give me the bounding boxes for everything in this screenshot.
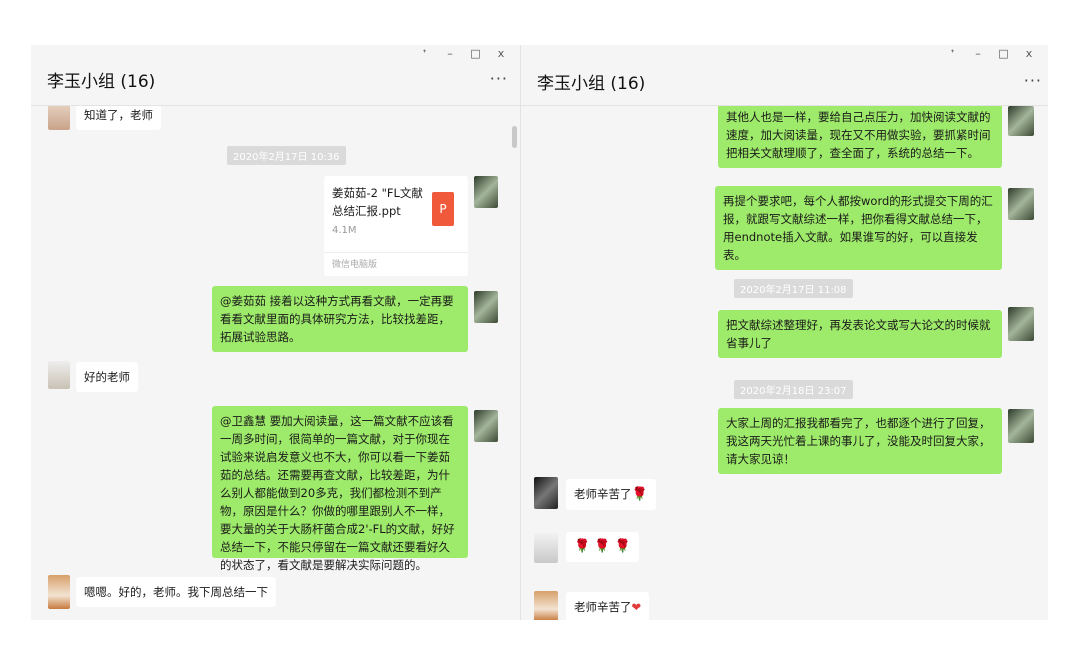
message-text: 老师辛苦了: [574, 600, 632, 614]
message-bubble[interactable]: 再提个要求吧，每个人都按word的形式提交下周的汇报，就跟写文献综述一样，把你看…: [715, 186, 1002, 270]
avatar[interactable]: [1008, 409, 1034, 443]
message-list[interactable]: 其他人也是一样，要给自己点压力，加快阅读文献的速度，加大阅读量，现在又不用做实验…: [521, 106, 1048, 620]
chat-window-left: 李玉小组 (16) ᐩ – □ x ··· 知道了，老师 2020年2月17日 …: [31, 45, 520, 620]
message-bubble[interactable]: 大家上周的汇报我都看完了，也都逐个进行了回复，我这两天光忙着上课的事儿了，没能及…: [718, 408, 1002, 474]
timestamp: 2020年2月17日 10:36: [227, 146, 346, 165]
avatar[interactable]: [48, 575, 70, 609]
close-icon[interactable]: x: [1018, 47, 1040, 60]
message-bubble[interactable]: 嗯嗯。好的，老师。我下周总结一下: [76, 577, 276, 607]
message-bubble[interactable]: 🌹 🌹 🌹: [566, 532, 639, 562]
avatar[interactable]: [474, 291, 498, 323]
minimize-icon[interactable]: –: [439, 47, 461, 60]
pin-icon[interactable]: ᐩ: [942, 47, 964, 60]
ppt-file-icon: P: [432, 192, 454, 226]
message-bubble[interactable]: 其他人也是一样，要给自己点压力，加快阅读文献的速度，加大阅读量，现在又不用做实验…: [718, 106, 1002, 168]
pin-icon[interactable]: ᐩ: [414, 47, 436, 60]
message-bubble[interactable]: 老师辛苦了❤: [566, 592, 650, 620]
file-message[interactable]: 姜茹茹-2 "FL文献总结汇报.ppt 4.1M P 微信电脑版: [324, 176, 468, 276]
more-options-icon[interactable]: ···: [1024, 71, 1042, 90]
chat-title: 李玉小组 (16): [47, 72, 156, 92]
title-bar: 李玉小组 (16) ᐩ – □ x ···: [31, 45, 520, 106]
maximize-icon[interactable]: □: [465, 47, 487, 60]
message-bubble[interactable]: 老师辛苦了🌹: [566, 479, 656, 510]
chat-window-right: 李玉小组 (16) ᐩ – □ x ··· 其他人也是一样，要给自己点压力，加快…: [520, 45, 1048, 620]
maximize-icon[interactable]: □: [993, 47, 1015, 60]
message-bubble[interactable]: 好的老师: [76, 362, 138, 392]
chat-title: 李玉小组 (16): [537, 74, 646, 94]
message-text: 老师辛苦了: [574, 487, 632, 501]
avatar[interactable]: [534, 533, 558, 563]
message-bubble[interactable]: @姜茹茹 接着以这种方式再看文献，一定再要看看文献里面的具体研究方法，比较找差距…: [212, 286, 468, 352]
timestamp: 2020年2月18日 23:07: [734, 380, 853, 399]
minimize-icon[interactable]: –: [967, 47, 989, 60]
scrollbar[interactable]: [512, 126, 517, 148]
message-bubble[interactable]: 知道了，老师: [76, 106, 161, 130]
avatar[interactable]: [474, 176, 498, 208]
rose-icon: 🌹: [631, 487, 648, 502]
more-options-icon[interactable]: ···: [490, 69, 508, 88]
avatar[interactable]: [474, 410, 498, 442]
message-list[interactable]: 知道了，老师 2020年2月17日 10:36 姜茹茹-2 "FL文献总结汇报.…: [31, 106, 520, 620]
window-controls: ᐩ – □ x: [414, 47, 513, 60]
close-icon[interactable]: x: [490, 47, 512, 60]
message-bubble[interactable]: @卫鑫慧 要加大阅读量，这一篇文献不应该看一周多时间，很简单的一篇文献，对于你现…: [212, 406, 468, 572]
avatar[interactable]: [1008, 106, 1034, 136]
avatar[interactable]: [48, 106, 70, 130]
file-size: 4.1M: [332, 225, 357, 236]
avatar[interactable]: [534, 591, 558, 620]
file-name: 姜茹茹-2 "FL文献总结汇报.ppt: [332, 186, 423, 218]
message-bubble[interactable]: 把文献综述整理好，再发表论文或写大论文的时候就省事儿了: [718, 310, 1002, 358]
timestamp: 2020年2月17日 11:08: [734, 279, 853, 298]
heart-icon: ❤: [631, 600, 642, 614]
file-source: 微信电脑版: [332, 260, 378, 270]
avatar[interactable]: [48, 361, 70, 389]
window-controls: ᐩ – □ x: [942, 47, 1041, 60]
avatar[interactable]: [1008, 188, 1034, 220]
title-bar: 李玉小组 (16) ᐩ – □ x ···: [521, 45, 1048, 106]
avatar[interactable]: [1008, 307, 1034, 341]
avatar[interactable]: [534, 477, 558, 509]
